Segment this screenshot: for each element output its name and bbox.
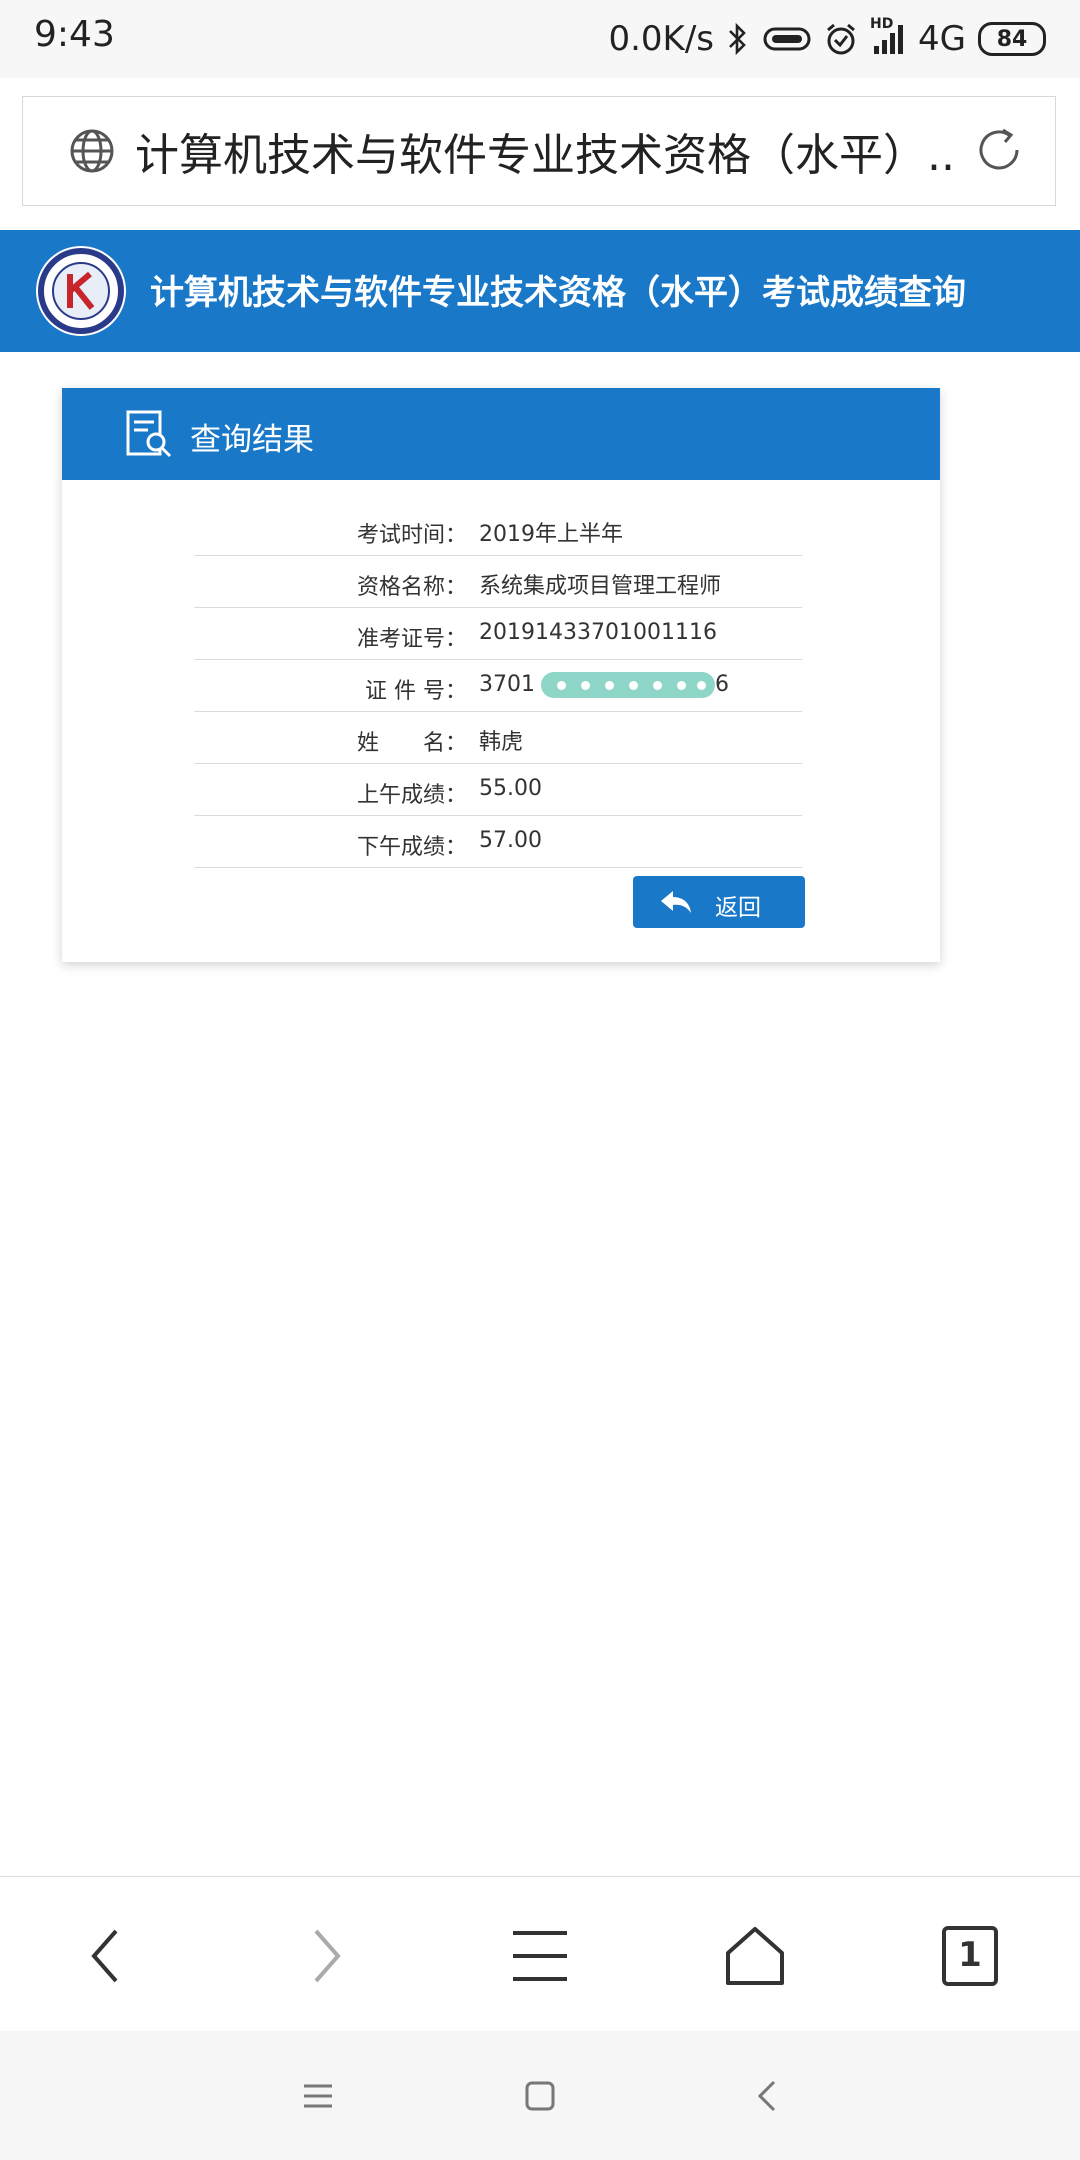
id-number-label: 证 件 号： bbox=[365, 679, 467, 704]
menu-icon[interactable] bbox=[505, 1921, 575, 1991]
row-name: 姓 名： 韩虎 bbox=[194, 712, 802, 764]
site-logo bbox=[36, 246, 126, 336]
row-morning-score: 上午成绩： 55.00 bbox=[194, 764, 802, 816]
status-icons: 0.0K/s HD 4G 84 bbox=[608, 14, 1046, 64]
home-square-icon[interactable] bbox=[520, 2076, 560, 2116]
browser-url-bar[interactable]: 计算机技术与软件专业技术资格（水平）... bbox=[22, 96, 1056, 206]
name-label: 姓 名： bbox=[356, 731, 467, 756]
network-type: 4G bbox=[918, 19, 966, 59]
banner-title: 计算机技术与软件专业技术资格（水平）考试成绩查询 bbox=[150, 273, 966, 313]
result-card-header: 查询结果 bbox=[62, 388, 940, 480]
id-number-prefix: 3701 bbox=[479, 672, 535, 697]
afternoon-score-label: 下午成绩： bbox=[356, 835, 467, 860]
row-admission-number: 准考证号： 20191433701001116 bbox=[194, 608, 802, 660]
globe-icon bbox=[70, 129, 114, 173]
morning-score-label: 上午成绩： bbox=[356, 783, 467, 808]
hd-label: HD bbox=[870, 16, 894, 32]
result-card: 查询结果 考试时间： 2019年上半年 资格名称： 系统集成项目管理工程师 准考… bbox=[62, 388, 940, 962]
morning-score-value: 55.00 bbox=[479, 776, 542, 801]
admission-number-label: 准考证号： bbox=[356, 627, 467, 652]
back-button[interactable]: 返回 bbox=[633, 876, 805, 928]
battery-icon: 84 bbox=[978, 22, 1046, 56]
exam-time-label: 考试时间： bbox=[356, 523, 467, 548]
reload-icon[interactable] bbox=[971, 122, 1027, 178]
result-table: 考试时间： 2019年上半年 资格名称： 系统集成项目管理工程师 准考证号： 2… bbox=[194, 504, 802, 868]
admission-number-value: 20191433701001116 bbox=[479, 620, 717, 645]
qualification-label: 资格名称： bbox=[356, 575, 467, 600]
row-exam-time: 考试时间： 2019年上半年 bbox=[194, 504, 802, 556]
url-page-title[interactable]: 计算机技术与软件专业技术资格（水平）... bbox=[135, 119, 955, 183]
forward-arrow-icon[interactable] bbox=[290, 1921, 360, 1991]
site-banner: 计算机技术与软件专业技术资格（水平）考试成绩查询 bbox=[0, 230, 1080, 352]
tab-count: 1 bbox=[958, 1935, 982, 1975]
system-nav-bar bbox=[0, 2031, 1080, 2160]
result-card-title: 查询结果 bbox=[190, 422, 314, 458]
tabs-button[interactable]: 1 bbox=[935, 1921, 1005, 1991]
id-number-suffix: 6 bbox=[715, 672, 729, 697]
back-chevron-icon[interactable] bbox=[748, 2076, 788, 2116]
reply-arrow-icon bbox=[661, 891, 691, 913]
browser-toolbar: 1 bbox=[0, 1876, 1080, 2032]
back-button-label: 返回 bbox=[715, 895, 761, 921]
row-id-number: 证 件 号： 3701 6 bbox=[194, 660, 802, 712]
recent-apps-icon[interactable] bbox=[298, 2076, 338, 2116]
row-afternoon-score: 下午成绩： 57.00 bbox=[194, 816, 802, 868]
qualification-value: 系统集成项目管理工程师 bbox=[479, 574, 722, 599]
id-number-value: 3701 6 bbox=[479, 672, 729, 698]
afternoon-score-value: 57.00 bbox=[479, 828, 542, 853]
name-value: 韩虎 bbox=[479, 730, 524, 755]
alarm-icon bbox=[824, 22, 858, 56]
net-speed: 0.0K/s bbox=[608, 19, 715, 59]
signal-icon: HD bbox=[870, 16, 906, 56]
status-bar: 9:43 0.0K/s HD 4G 84 bbox=[0, 0, 1080, 78]
exam-time-value: 2019年上半年 bbox=[479, 522, 623, 547]
back-arrow-icon[interactable] bbox=[72, 1921, 142, 1991]
battery-level: 84 bbox=[996, 26, 1028, 52]
home-icon[interactable] bbox=[720, 1921, 790, 1991]
status-time: 9:43 bbox=[34, 14, 115, 55]
row-qualification: 资格名称： 系统集成项目管理工程师 bbox=[194, 556, 802, 608]
redaction-mask bbox=[541, 672, 715, 698]
bluetooth-icon bbox=[726, 22, 750, 56]
document-search-icon bbox=[126, 410, 172, 458]
vibrate-icon bbox=[762, 24, 812, 54]
